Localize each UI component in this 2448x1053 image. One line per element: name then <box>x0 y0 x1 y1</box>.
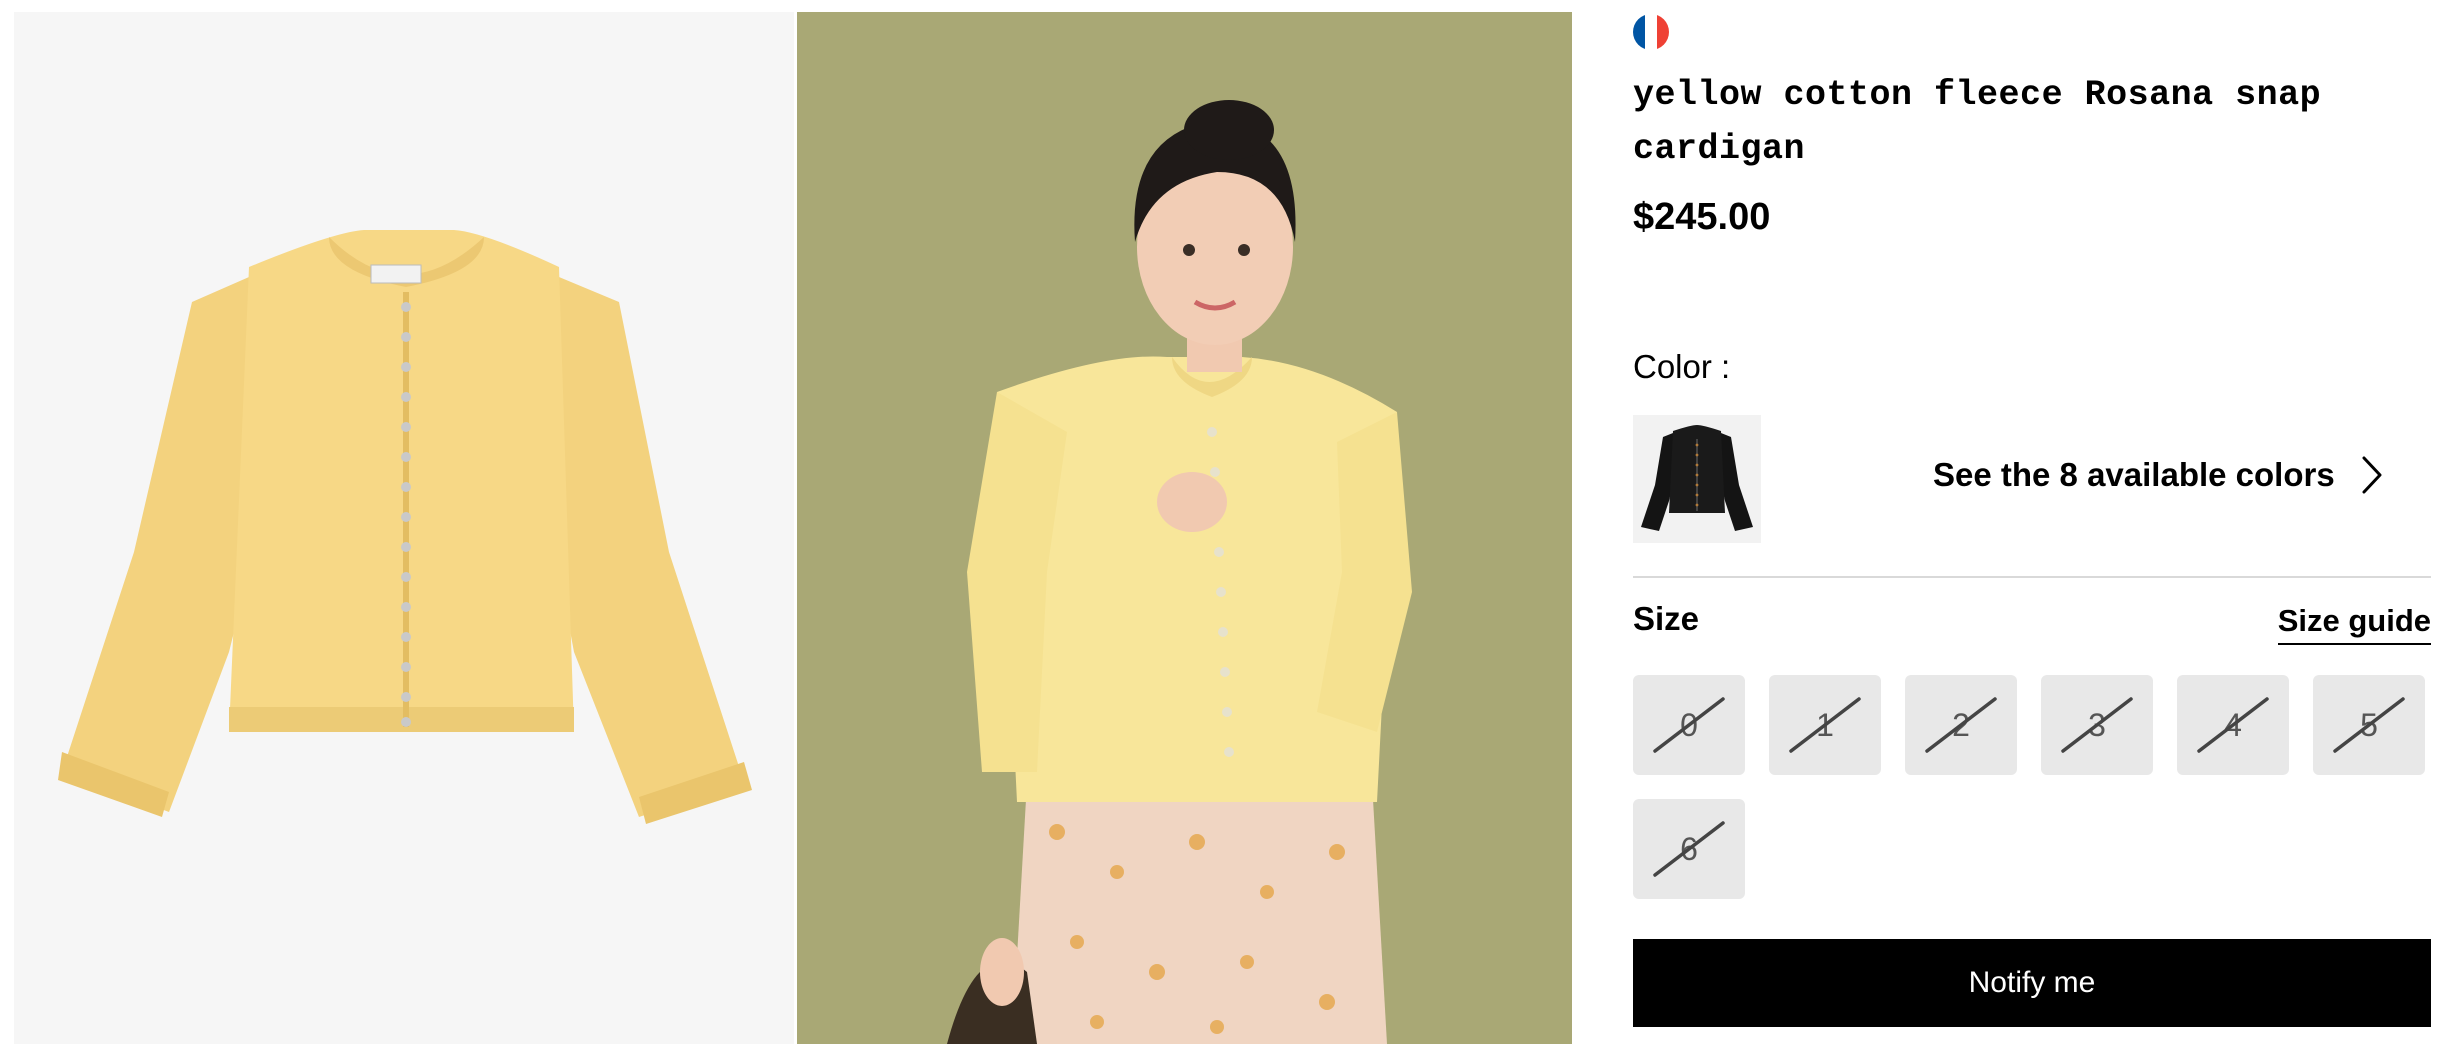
france-flag-icon <box>1633 14 1669 50</box>
size-option-2[interactable]: 2 <box>1905 675 2017 775</box>
black-cardigan-thumbnail <box>1633 415 1761 543</box>
size-option-1[interactable]: 1 <box>1769 675 1881 775</box>
size-option-5[interactable]: 5 <box>2313 675 2425 775</box>
unavailable-strike-icon <box>2333 697 2405 753</box>
color-swatch-black[interactable] <box>1633 415 1761 543</box>
color-label: Color : <box>1633 348 1731 385</box>
flag-stripe-blue <box>1633 14 1645 50</box>
notify-me-button[interactable]: Notify me <box>1633 939 2431 1027</box>
unavailable-strike-icon <box>2061 697 2133 753</box>
size-option-3[interactable]: 3 <box>2041 675 2153 775</box>
unavailable-strike-icon <box>1789 697 1861 753</box>
chevron-right-icon <box>2362 456 2382 494</box>
product-info-panel: yellow cotton fleece Rosana snap cardiga… <box>1633 0 2431 1053</box>
see-all-colors-link[interactable]: See the 8 available colors <box>1933 455 2383 495</box>
size-option-6[interactable]: 6 <box>1633 799 1745 899</box>
size-label: Size <box>1633 600 1700 637</box>
cardigan-flat-illustration <box>14 12 794 1044</box>
product-image-flat[interactable] <box>14 12 794 1044</box>
flag-stripe-white <box>1645 14 1657 50</box>
unavailable-strike-icon <box>1653 821 1725 877</box>
flag-stripe-red <box>1657 14 1669 50</box>
unavailable-strike-icon <box>1925 697 1997 753</box>
product-image-model[interactable] <box>797 12 1572 1044</box>
size-option-4[interactable]: 4 <box>2177 675 2289 775</box>
unavailable-strike-icon <box>1653 697 1725 753</box>
size-guide-link[interactable]: Size guide <box>2277 603 2431 645</box>
product-title: yellow cotton fleece Rosana snap cardiga… <box>1633 75 2322 169</box>
product-price: $245.00 <box>1633 196 1771 238</box>
see-all-colors-label: See the 8 available colors <box>1933 456 2335 493</box>
section-divider <box>1633 576 2431 578</box>
size-option-0[interactable]: 0 <box>1633 675 1745 775</box>
model-wearing-cardigan-illustration <box>797 12 1572 1044</box>
unavailable-strike-icon <box>2197 697 2269 753</box>
